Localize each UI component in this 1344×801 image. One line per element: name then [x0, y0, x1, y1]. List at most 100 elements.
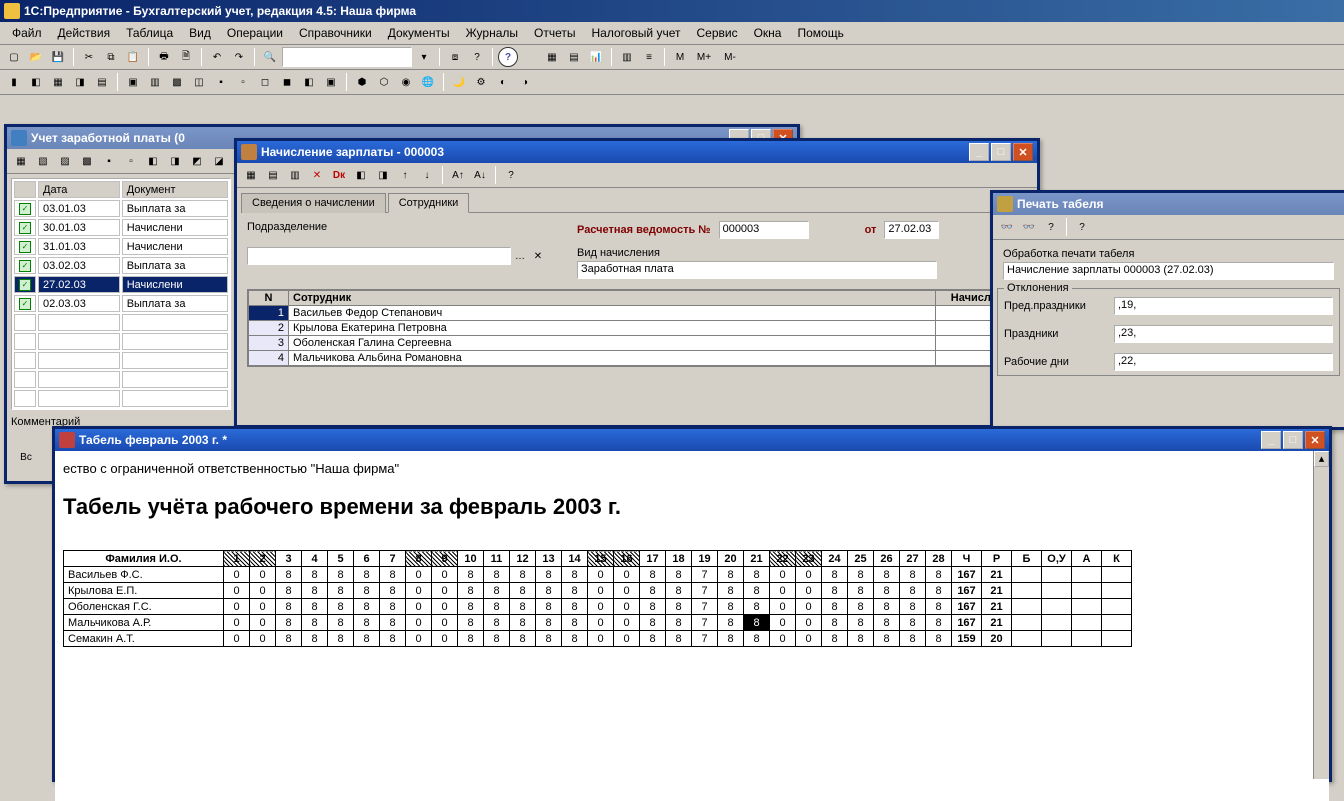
maximize-button[interactable]: □ — [991, 143, 1011, 161]
st-5-icon[interactable]: Dк — [329, 165, 349, 185]
holidays-input[interactable]: ,23, — [1114, 325, 1333, 343]
t2-6-icon[interactable]: ▣ — [123, 72, 143, 92]
calc-icon[interactable]: ▦ — [542, 47, 562, 67]
col-day-12[interactable]: 12 — [510, 551, 536, 567]
dept-clear-button[interactable]: ✕ — [529, 247, 547, 265]
col-n[interactable]: N — [249, 291, 289, 306]
t2-21-icon[interactable]: ⚙ — [471, 72, 491, 92]
jt-3-icon[interactable]: ▨ — [55, 151, 75, 171]
col-emp[interactable]: Сотрудник — [289, 291, 936, 306]
st-down-icon[interactable]: ↓ — [417, 165, 437, 185]
mminus-button[interactable]: M- — [718, 47, 742, 67]
col-sum-О,У[interactable]: О,У — [1042, 551, 1072, 567]
journal-row[interactable]: ✓03.02.03Выплата за — [14, 257, 228, 274]
col-day-23[interactable]: 23 — [796, 551, 822, 567]
scrollbar-vertical[interactable]: ▴ — [1313, 451, 1329, 779]
paste-icon[interactable]: 📋 — [123, 47, 143, 67]
col-sum-А[interactable]: А — [1072, 551, 1102, 567]
close-button[interactable]: ✕ — [1305, 431, 1325, 449]
jt-1-icon[interactable]: ▦ — [11, 151, 31, 171]
tabel-row[interactable]: Мальчикова А.Р.0088888008888800887880088… — [64, 615, 1132, 631]
t2-12-icon[interactable]: ◻ — [255, 72, 275, 92]
docref-input[interactable]: Начисление зарплаты 000003 (27.02.03) — [1003, 262, 1334, 280]
st-3-icon[interactable]: ▥ — [285, 165, 305, 185]
t2-1-icon[interactable]: ▮ — [4, 72, 24, 92]
col-day-1[interactable]: 1 — [224, 551, 250, 567]
col-sum-К[interactable]: К — [1102, 551, 1132, 567]
menu-Вид[interactable]: Вид — [181, 24, 219, 42]
col-day-4[interactable]: 4 — [302, 551, 328, 567]
journal-row-empty[interactable] — [14, 352, 228, 369]
col-day-7[interactable]: 7 — [380, 551, 406, 567]
jt-10-icon[interactable]: ◪ — [209, 151, 229, 171]
help-icon[interactable]: ? — [498, 47, 518, 67]
st-help-icon[interactable]: ? — [501, 165, 521, 185]
journal-row[interactable]: ✓02.03.03Выплата за — [14, 295, 228, 312]
tabel-row[interactable]: Васильев Ф.С.008888800888880088788008888… — [64, 567, 1132, 583]
st-7-icon[interactable]: ◨ — [373, 165, 393, 185]
undo-icon[interactable]: ↶ — [207, 47, 227, 67]
tabel-row[interactable]: Крылова Е.П.0088888008888800887880088888… — [64, 583, 1132, 599]
st-4-icon[interactable]: ✕ — [307, 165, 327, 185]
calendar-icon[interactable]: ▤ — [564, 47, 584, 67]
col-day-24[interactable]: 24 — [822, 551, 848, 567]
t2-8-icon[interactable]: ▩ — [167, 72, 187, 92]
copy-icon[interactable]: ⧉ — [101, 47, 121, 67]
t2-14-icon[interactable]: ◧ — [299, 72, 319, 92]
maximize-button[interactable]: □ — [1283, 431, 1303, 449]
jt-6-icon[interactable]: ▫ — [121, 151, 141, 171]
menu-Отчеты[interactable]: Отчеты — [526, 24, 583, 42]
mplus-button[interactable]: M+ — [692, 47, 716, 67]
footer-button[interactable]: Вс — [11, 446, 41, 468]
col-day-6[interactable]: 6 — [354, 551, 380, 567]
menu-Операции[interactable]: Операции — [219, 24, 291, 42]
menu-Действия[interactable]: Действия — [50, 24, 119, 42]
t2-16-icon[interactable]: ⬢ — [352, 72, 372, 92]
t2-22-icon[interactable]: ◐ — [493, 72, 513, 92]
col-sum-Р[interactable]: Р — [982, 551, 1012, 567]
find-icon[interactable]: 🔍 — [260, 47, 280, 67]
menu-Сервис[interactable]: Сервис — [688, 24, 745, 42]
st-up-icon[interactable]: ↑ — [395, 165, 415, 185]
cut-icon[interactable]: ✂ — [79, 47, 99, 67]
tree-icon[interactable]: ⧈ — [445, 47, 465, 67]
col-day-25[interactable]: 25 — [848, 551, 874, 567]
new-icon[interactable]: ▢ — [4, 47, 24, 67]
employee-row[interactable]: 4Мальчикова Альбина Романовна4,500 — [249, 351, 1026, 366]
employee-row[interactable]: 1Васильев Федор Степанович8,000 — [249, 306, 1026, 321]
t2-17-icon[interactable]: ⬡ — [374, 72, 394, 92]
col-day-2[interactable]: 2 — [250, 551, 276, 567]
journal-row-empty[interactable] — [14, 371, 228, 388]
workdays-input[interactable]: ,22, — [1114, 353, 1333, 371]
st-1-icon[interactable]: ▦ — [241, 165, 261, 185]
menu-Файл[interactable]: Файл — [4, 24, 50, 42]
report-icon[interactable]: ▥ — [617, 47, 637, 67]
col-sum-Б[interactable]: Б — [1012, 551, 1042, 567]
list-icon[interactable]: ≡ — [639, 47, 659, 67]
col-day-17[interactable]: 17 — [640, 551, 666, 567]
employee-row[interactable]: 3Оболенская Галина Сергеевна5,000 — [249, 336, 1026, 351]
tabel-titlebar[interactable]: Табель февраль 2003 г. * _ □ ✕ — [55, 429, 1329, 451]
col-day-8[interactable]: 8 — [406, 551, 432, 567]
menu-Таблица[interactable]: Таблица — [118, 24, 181, 42]
t2-10-icon[interactable]: ▪ — [211, 72, 231, 92]
chart-icon[interactable]: 📊 — [586, 47, 606, 67]
minimize-button[interactable]: _ — [1261, 431, 1281, 449]
col-sum-Ч[interactable]: Ч — [952, 551, 982, 567]
kind-input[interactable]: Заработная плата — [577, 261, 937, 279]
col-day-11[interactable]: 11 — [484, 551, 510, 567]
salary-titlebar[interactable]: Начисление зарплаты - 000003 _ □ ✕ — [237, 141, 1037, 163]
col-day-15[interactable]: 15 — [588, 551, 614, 567]
t2-19-icon[interactable]: 🌐 — [418, 72, 438, 92]
journal-row-empty[interactable] — [14, 314, 228, 331]
jt-9-icon[interactable]: ◩ — [187, 151, 207, 171]
jt-4-icon[interactable]: ▩ — [77, 151, 97, 171]
tabel-table[interactable]: Фамилия И.О.1234567891011121314151617181… — [63, 550, 1132, 647]
dept-pick-button[interactable]: … — [511, 247, 529, 265]
redo-icon[interactable]: ↷ — [229, 47, 249, 67]
col-day-10[interactable]: 10 — [458, 551, 484, 567]
t2-9-icon[interactable]: ◫ — [189, 72, 209, 92]
st-2-icon[interactable]: ▤ — [263, 165, 283, 185]
jt-7-icon[interactable]: ◧ — [143, 151, 163, 171]
col-day-14[interactable]: 14 — [562, 551, 588, 567]
